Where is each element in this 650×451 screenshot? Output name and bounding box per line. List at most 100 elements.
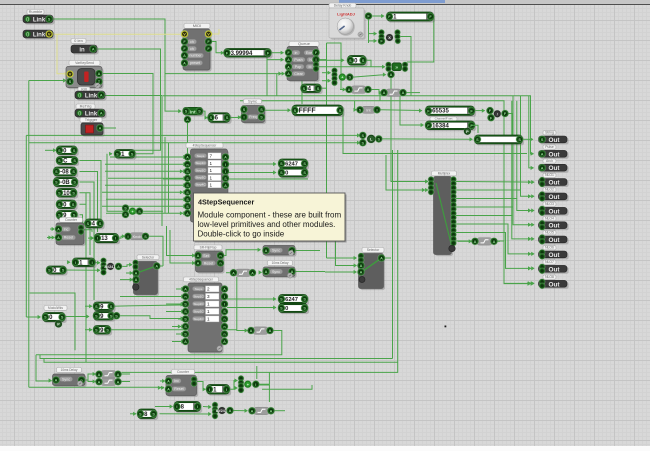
svg-text:S: S (95, 314, 98, 318)
svg-text:10: 10 (63, 191, 70, 197)
svg-text:S: S (184, 303, 187, 307)
svg-text:A: A (287, 58, 290, 62)
svg-text:Link: Link (33, 32, 46, 38)
svg-text:C: C (63, 159, 68, 165)
svg-text:65535: 65535 (432, 109, 449, 115)
svg-text:S: S (55, 170, 58, 174)
svg-text:S: S (186, 184, 189, 188)
svg-text:S: S (95, 328, 98, 332)
svg-text:I: I (243, 116, 244, 120)
svg-text:ch: ch (190, 40, 194, 44)
svg-text:I: I (225, 170, 226, 174)
svg-text:10ms Delay: 10ms Delay (61, 368, 78, 372)
svg-text:4StepSequencer: 4StepSequencer (193, 144, 218, 148)
svg-text:S: S (69, 80, 72, 84)
svg-text:Steps: Steps (197, 154, 205, 158)
svg-text:A: A (117, 373, 120, 377)
svg-text:A: A (155, 265, 158, 269)
svg-text:1: 1 (210, 168, 213, 173)
svg-text:I: I (224, 303, 225, 307)
svg-text:I: I (97, 237, 98, 241)
svg-text:S: S (280, 298, 283, 302)
svg-text:I: I (92, 261, 93, 265)
svg-text:VarKeySend: VarKeySend (75, 61, 94, 65)
svg-text:NLO6: NLO6 (545, 246, 554, 250)
svg-text:NLO3: NLO3 (545, 202, 554, 206)
svg-text:A: A (57, 228, 60, 232)
svg-text:S: S (303, 87, 306, 91)
svg-text:Reset: Reset (204, 261, 213, 265)
svg-text:Pulse: Pulse (545, 145, 554, 149)
svg-text:int: int (190, 109, 196, 114)
svg-text:-08: -08 (60, 170, 69, 176)
svg-text:S: S (139, 412, 142, 416)
svg-text:S: S (48, 18, 51, 22)
svg-text:6247: 6247 (285, 297, 298, 303)
svg-text:A: A (100, 94, 103, 98)
svg-text:ReTrig: ReTrig (80, 104, 92, 109)
svg-text:A: A (167, 380, 170, 384)
svg-text:in: in (295, 51, 298, 55)
svg-text:Sync: Sync (248, 99, 257, 104)
svg-text:S: S (184, 333, 187, 337)
svg-text:Reset: Reset (64, 236, 73, 240)
svg-text:0: 0 (285, 171, 288, 177)
svg-text:S: S (186, 198, 189, 202)
svg-text:V: V (69, 73, 72, 77)
svg-text:S: S (349, 76, 352, 80)
svg-text:A: A (402, 91, 405, 95)
svg-text:A: A (100, 112, 103, 116)
svg-text:String: String (545, 131, 554, 135)
svg-text:Out: Out (548, 223, 560, 230)
svg-text:P: P (57, 323, 60, 327)
svg-text:10ms Delay: 10ms Delay (272, 261, 289, 265)
svg-text:A: A (135, 278, 138, 282)
svg-text:Out: Out (548, 281, 560, 288)
svg-text:MIDI: MIDI (193, 23, 201, 28)
svg-text:A: A (270, 409, 273, 413)
svg-text:1: 1 (207, 317, 210, 322)
svg-text:S: S (116, 152, 119, 156)
svg-text:S: S (378, 137, 381, 141)
svg-text:Counter: Counter (177, 370, 190, 374)
svg-text:A: A (57, 236, 60, 240)
svg-text:A: A (380, 257, 383, 261)
svg-text:A: A (55, 379, 58, 383)
svg-text:A: A (183, 54, 186, 58)
svg-text:I: I (255, 383, 256, 387)
svg-text:A: A (184, 340, 187, 344)
svg-text:S: S (349, 59, 352, 63)
svg-text:S: S (184, 325, 187, 329)
svg-text:S: S (184, 310, 187, 314)
svg-text:A: A (197, 262, 200, 266)
svg-text:Out: Out (548, 237, 560, 244)
svg-text:S: S (280, 171, 283, 175)
svg-text:preset: preset (190, 61, 200, 65)
svg-text:P: P (466, 130, 469, 134)
svg-text:13: 13 (101, 236, 108, 242)
svg-text:I: I (115, 237, 116, 241)
svg-text:Step4C: Step4C (195, 183, 206, 187)
svg-text:FFFF: FFFF (299, 107, 317, 114)
svg-text:I: I (224, 295, 225, 299)
svg-text:A: A (223, 340, 226, 344)
svg-text:Rumble: Rumble (29, 9, 44, 14)
svg-text:N: N (309, 58, 312, 62)
svg-text:A: A (186, 212, 189, 216)
svg-text:A: A (287, 72, 290, 76)
svg-text:S: S (294, 109, 297, 113)
svg-text:A: A (251, 409, 254, 413)
svg-text:NLO5: NLO5 (545, 231, 554, 235)
svg-text:1: 1 (210, 175, 213, 180)
svg-text:Arch: Arch (546, 159, 553, 163)
svg-text:S: S (186, 177, 189, 181)
svg-text:S: S (58, 191, 61, 195)
svg-text:Out: Out (548, 266, 560, 273)
svg-text:I: I (209, 388, 210, 392)
svg-text:SR-FlipFlop: SR-FlipFlop (200, 246, 217, 250)
svg-text:1: 1 (210, 183, 213, 188)
svg-text:ModulWks: ModulWks (48, 306, 63, 310)
svg-text:S: S (476, 138, 479, 142)
svg-text:7: 7 (210, 154, 213, 159)
svg-text:A: A (184, 288, 187, 292)
